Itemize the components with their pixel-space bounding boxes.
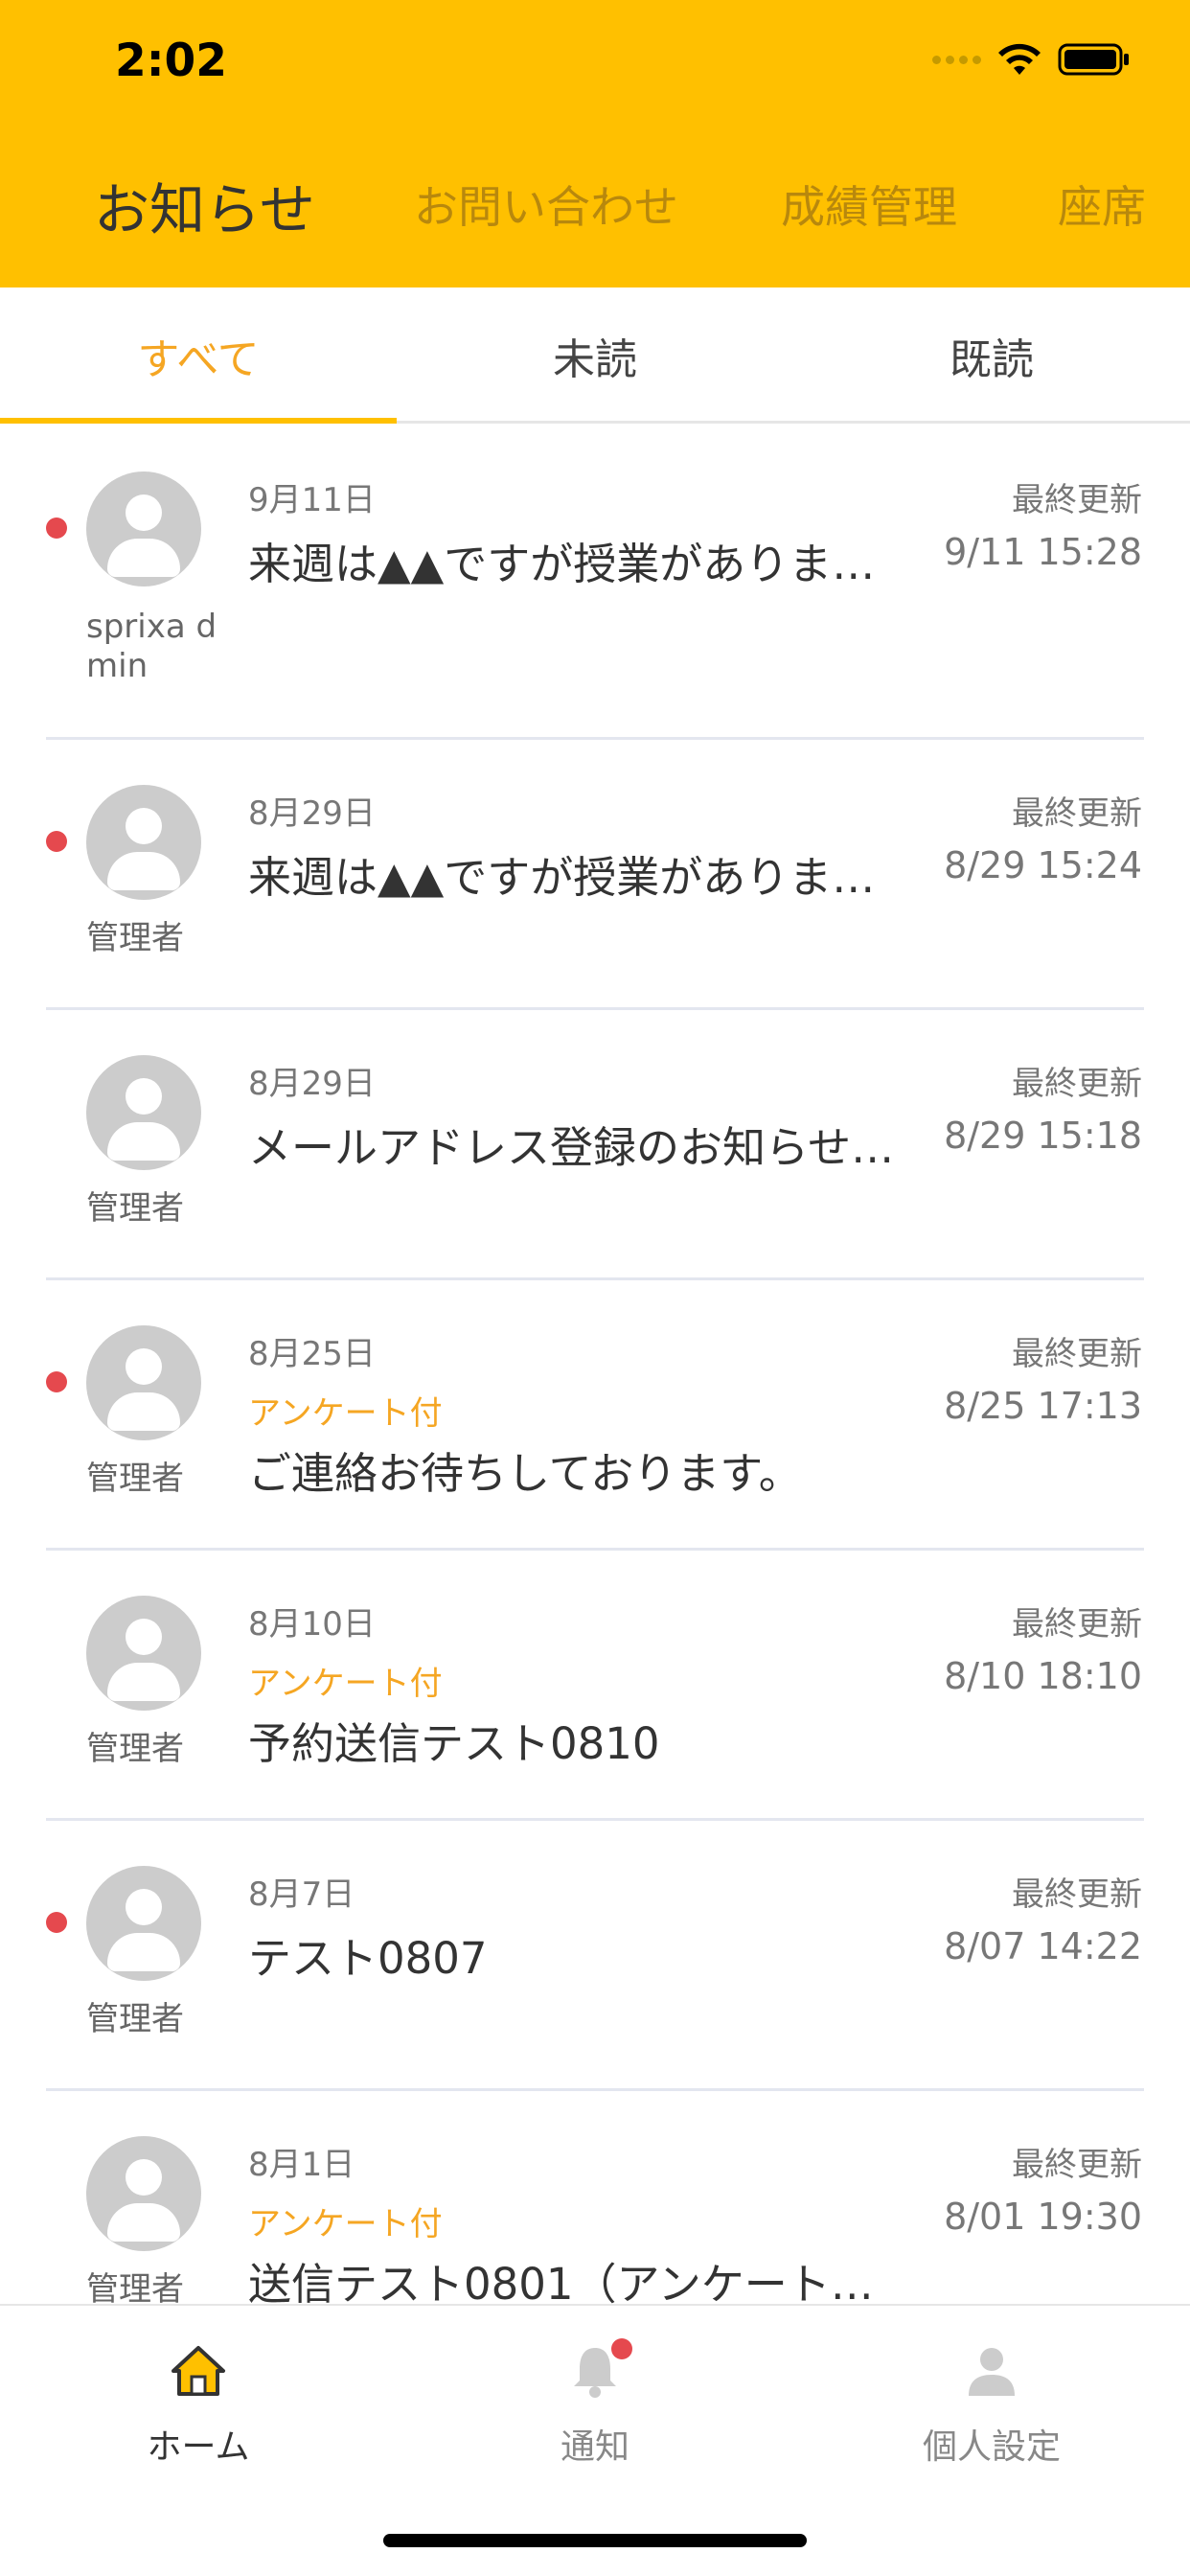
home-indicator (383, 2534, 807, 2547)
updated-label: 最終更新 (1012, 1875, 1142, 1914)
updated-time: 9/11 15:28 (944, 531, 1142, 573)
notice-date: 8月29日 (248, 1065, 376, 1103)
updated-label: 最終更新 (1012, 1065, 1142, 1103)
top-tab-seats[interactable]: 座席 (1058, 172, 1146, 236)
notice-list[interactable]: sprixa dmin 9月11日 来週は▲▲ですが授業がありま… 最終更新 9… (0, 424, 1190, 2304)
avatar (86, 1055, 201, 1170)
updated-time: 8/07 14:22 (944, 1925, 1142, 1967)
updated-label: 最終更新 (1012, 794, 1142, 833)
top-tab-bar: お知らせ お問い合わせ 成績管理 座席 (0, 172, 1190, 249)
top-tab-inquiries[interactable]: お問い合わせ (414, 172, 678, 236)
updated-label: 最終更新 (1012, 481, 1142, 519)
notice-title: 予約送信テスト0810 (248, 1718, 660, 1769)
wifi-icon (998, 43, 1041, 75)
unread-dot (46, 1912, 67, 1933)
nav-settings-label: 個人設定 (922, 2427, 1061, 2467)
sender-name: sprixa dmin (86, 608, 217, 685)
nav-notifications-label: 通知 (560, 2427, 629, 2467)
sender-name: 管理者 (86, 1730, 184, 1768)
updated-label: 最終更新 (1012, 1605, 1142, 1644)
unread-dot (46, 518, 67, 539)
notice-date: 8月10日 (248, 1605, 376, 1644)
updated-time: 8/29 15:18 (944, 1115, 1142, 1157)
notice-date: 8月25日 (248, 1335, 376, 1373)
updated-time: 8/10 18:10 (944, 1655, 1142, 1697)
survey-tag: アンケート付 (248, 2205, 443, 2243)
app-header: 2:02 お知らせ お問い合わせ 成績管理 座席 (0, 0, 1190, 288)
top-tab-grades[interactable]: 成績管理 (781, 172, 957, 236)
avatar (86, 1866, 201, 1981)
filter-tabs: すべて 未読 既読 (0, 288, 1190, 424)
avatar (86, 472, 201, 586)
list-item[interactable]: 管理者 8月7日 テスト0807 最終更新 8/07 14:22 (0, 1818, 1190, 2091)
avatar (86, 785, 201, 900)
filter-tab-all[interactable]: すべて (0, 288, 397, 424)
unread-dot (46, 1371, 67, 1392)
avatar (86, 1596, 201, 1711)
cellular-signal-icon (932, 55, 981, 64)
avatar (86, 1325, 201, 1440)
nav-home[interactable]: ホーム (0, 2306, 397, 2497)
updated-label: 最終更新 (1012, 1335, 1142, 1373)
status-time: 2:02 (115, 34, 227, 87)
sender-name: 管理者 (86, 2270, 184, 2304)
updated-label: 最終更新 (1012, 2146, 1142, 2184)
notice-date: 9月11日 (248, 481, 376, 519)
avatar (86, 2136, 201, 2251)
status-indicators (932, 42, 1131, 77)
notice-title: 来週は▲▲ですが授業がありま… (248, 539, 876, 589)
list-item[interactable]: sprixa dmin 9月11日 来週は▲▲ですが授業がありま… 最終更新 9… (0, 424, 1190, 740)
updated-time: 8/01 19:30 (944, 2196, 1142, 2238)
notification-badge (611, 2338, 632, 2359)
sender-name: 管理者 (86, 2000, 184, 2038)
sender-name: 管理者 (86, 919, 184, 957)
person-icon (969, 2348, 1015, 2396)
nav-home-label: ホーム (147, 2427, 250, 2467)
survey-tag: アンケート付 (248, 1394, 443, 1433)
updated-time: 8/29 15:24 (944, 844, 1142, 886)
list-item[interactable]: 管理者 8月10日 アンケート付 予約送信テスト0810 最終更新 8/10 1… (0, 1548, 1190, 1821)
notice-date: 8月1日 (248, 2146, 355, 2184)
list-item[interactable]: 管理者 8月1日 アンケート付 送信テスト0801（アンケート… 最終更新 8/… (0, 2088, 1190, 2304)
notice-title: 来週は▲▲ですが授業がありま… (248, 852, 876, 903)
notice-title: 送信テスト0801（アンケート… (248, 2259, 874, 2304)
notice-title: メールアドレス登録のお知らせ… (248, 1122, 895, 1173)
top-tab-notices[interactable]: お知らせ (94, 172, 315, 245)
list-item[interactable]: 管理者 8月29日 メールアドレス登録のお知らせ… 最終更新 8/29 15:1… (0, 1007, 1190, 1280)
filter-tab-read[interactable]: 既読 (793, 288, 1190, 424)
home-icon (172, 2346, 225, 2396)
sender-name: 管理者 (86, 1460, 184, 1498)
list-item[interactable]: 管理者 8月29日 来週は▲▲ですが授業がありま… 最終更新 8/29 15:2… (0, 737, 1190, 1010)
survey-tag: アンケート付 (248, 1665, 443, 1703)
sender-name: 管理者 (86, 1189, 184, 1228)
notice-date: 8月7日 (248, 1875, 355, 1914)
unread-dot (46, 831, 67, 852)
battery-icon (1058, 43, 1129, 76)
notice-title: テスト0807 (248, 1933, 488, 1984)
notice-date: 8月29日 (248, 794, 376, 833)
notice-title: ご連絡お待ちしております。 (248, 1448, 802, 1499)
list-item[interactable]: 管理者 8月25日 アンケート付 ご連絡お待ちしております。 最終更新 8/25… (0, 1277, 1190, 1551)
updated-time: 8/25 17:13 (944, 1385, 1142, 1427)
nav-notifications[interactable]: 通知 (397, 2306, 793, 2497)
nav-settings[interactable]: 個人設定 (793, 2306, 1190, 2497)
filter-tab-unread[interactable]: 未読 (397, 288, 793, 424)
